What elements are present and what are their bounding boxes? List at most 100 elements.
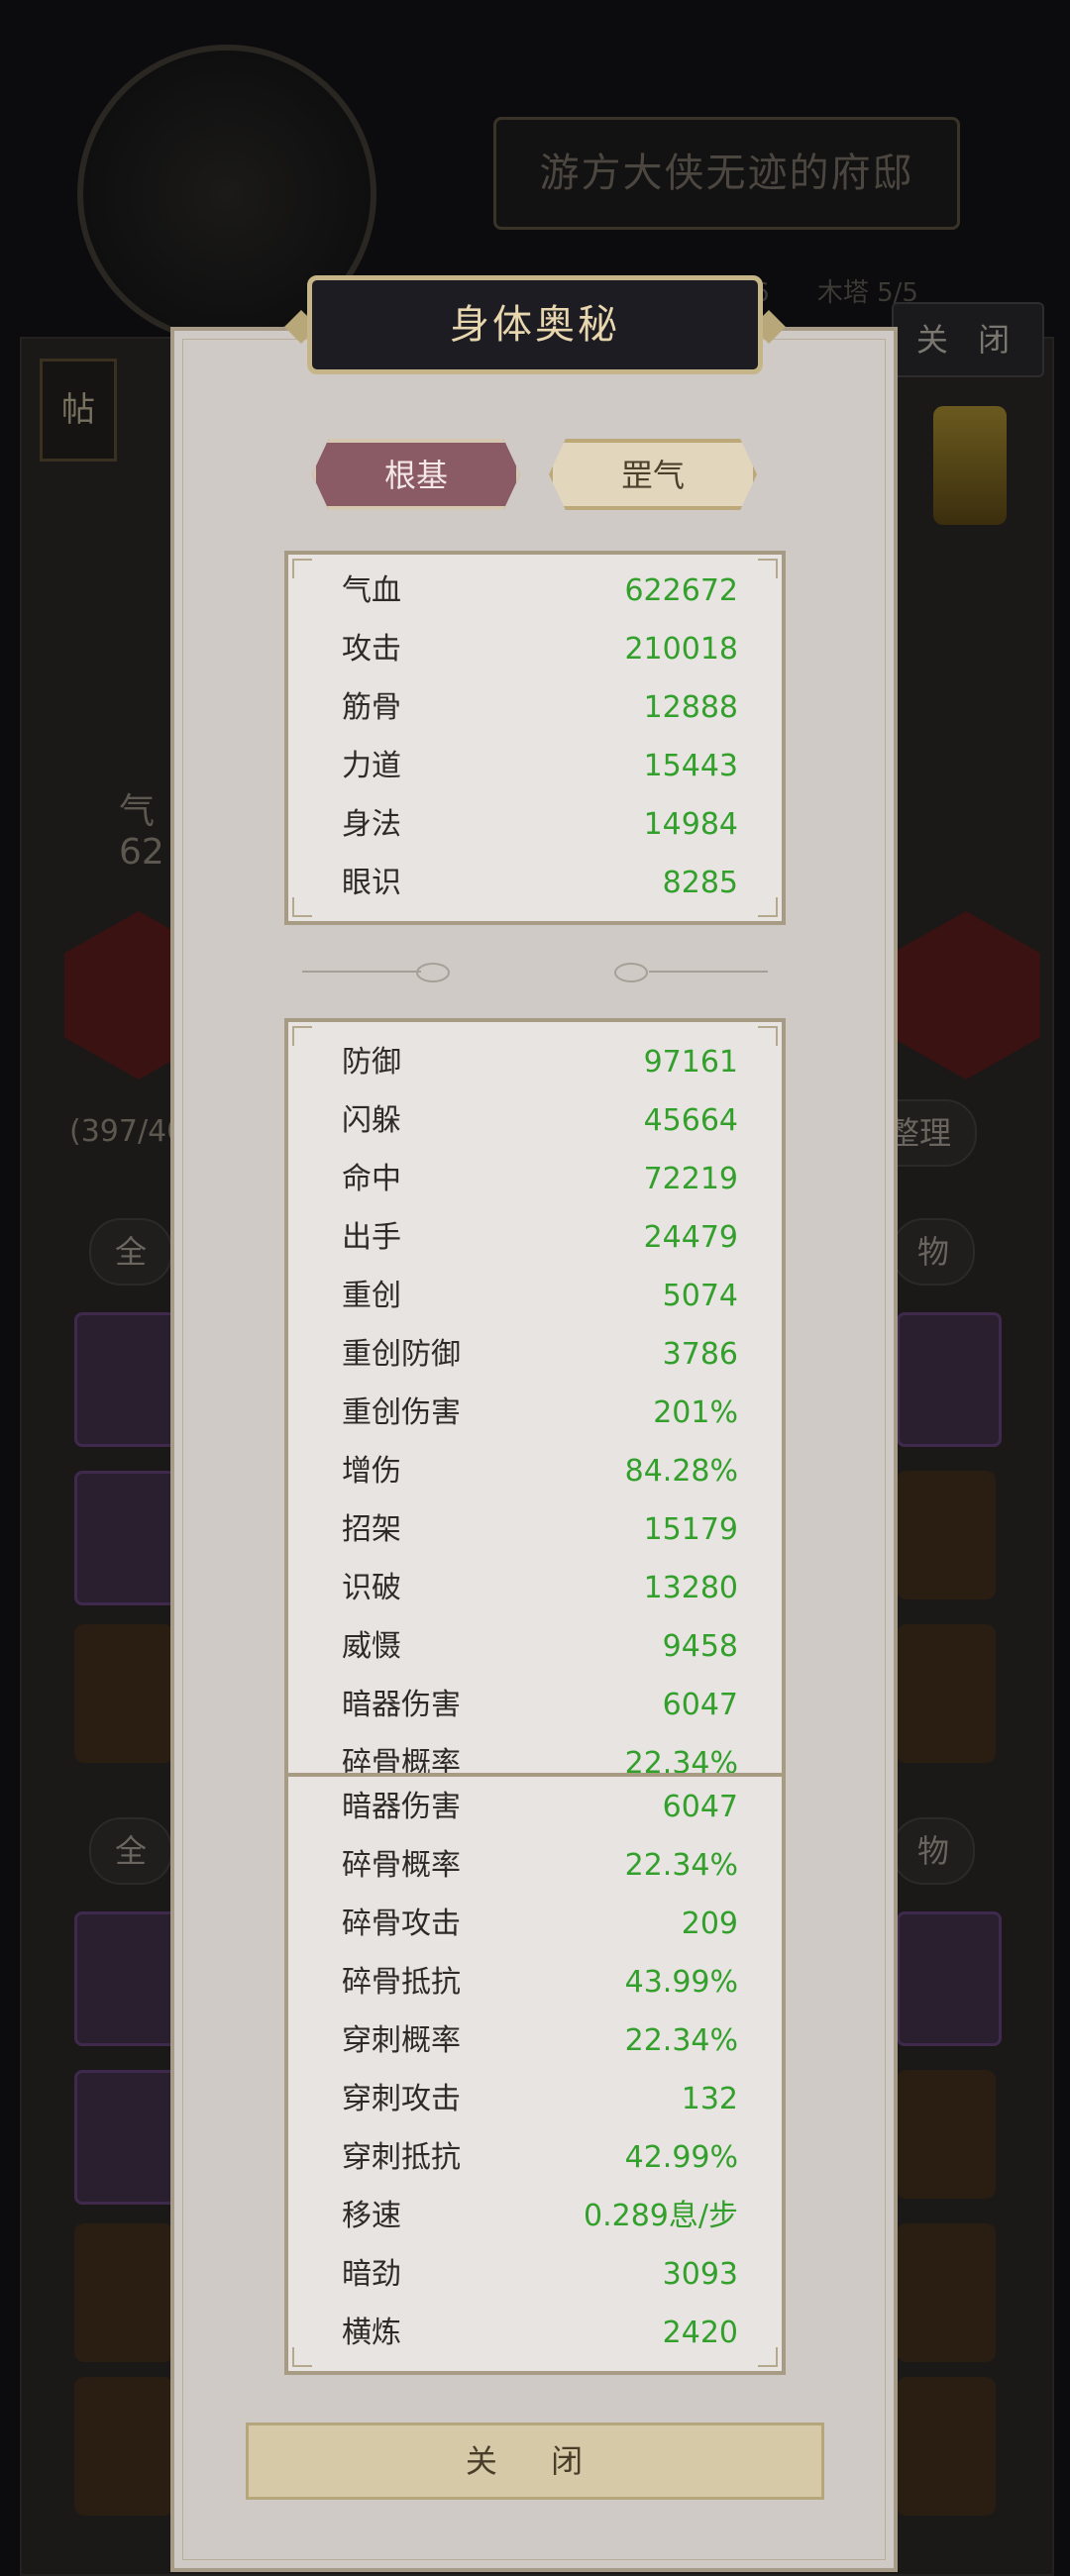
basic-stats-panel: 气血 622672 攻击 210018 筋骨 12888 力道 15443 身法 1498… (284, 551, 786, 925)
stat-row: 碎骨概率 22.34% (342, 1841, 738, 1891)
filter-all-button[interactable]: 全 (89, 1218, 173, 1286)
dialog-title: 身体奥秘 (450, 302, 620, 348)
ornament-icon[interactable] (933, 406, 1007, 525)
filter-all-button-2[interactable]: 全 (89, 1817, 173, 1885)
filter-item-button-2[interactable]: 物 (892, 1817, 976, 1885)
stat-label: 碎骨概率 (342, 1746, 461, 1777)
dialog-title-bar: 身体奥秘 (307, 275, 763, 374)
inventory-empty-slot[interactable] (897, 2223, 996, 2362)
left-stat-label: 气 (119, 791, 156, 832)
stat-row: 暗器伤害 6047 (342, 1783, 738, 1832)
stat-label: 防御 (342, 1045, 401, 1080)
stat-label: 识破 (342, 1571, 401, 1605)
stat-row: 威慑 9458 (342, 1622, 738, 1672)
inventory-scroll-item[interactable] (897, 1911, 1002, 2046)
stat-value: 9458 (662, 1629, 738, 1664)
inventory-empty-slot[interactable] (897, 1471, 996, 1599)
dialog-close-button[interactable]: 关 闭 (246, 2422, 824, 2500)
stat-label: 重创防御 (342, 1337, 461, 1372)
stat-label: 横炼 (342, 2316, 401, 2350)
stat-value: 201% (653, 1395, 738, 1430)
stat-label: 眼识 (342, 866, 401, 900)
stat-value: 72219 (643, 1162, 738, 1196)
stat-label: 身法 (342, 807, 401, 842)
stat-row: 碎骨抵抗 43.99% (342, 1958, 738, 2008)
stat-value: 3786 (662, 1337, 738, 1372)
stat-value: 15179 (643, 1512, 738, 1547)
stat-row: 眼识 8285 (342, 859, 738, 908)
stat-row: 力道 15443 (342, 742, 738, 791)
inventory-empty-slot[interactable] (897, 1624, 996, 1763)
stat-label: 威慑 (342, 1629, 401, 1664)
stat-label: 招架 (342, 1512, 401, 1547)
inventory-empty-slot[interactable] (897, 2377, 996, 2516)
inventory-scroll-item[interactable] (897, 1312, 1002, 1447)
corner-ornament-icon (758, 897, 778, 917)
stat-row: 重创 5074 (342, 1272, 738, 1321)
stat-row: 碎骨攻击 209 (342, 1900, 738, 1949)
corner-ornament-icon (758, 1026, 778, 1046)
stat-row: 命中 72219 (342, 1155, 738, 1204)
stat-row: 气血 622672 (342, 567, 738, 616)
stat-row: 重创防御 3786 (342, 1330, 738, 1380)
inventory-scroll-item[interactable] (74, 2070, 179, 2205)
tab-foundation[interactable]: 根基 (312, 439, 520, 510)
inventory-scroll-item[interactable] (74, 1312, 179, 1447)
corner-ornament-icon (292, 559, 312, 578)
inventory-empty-slot[interactable] (74, 2377, 173, 2516)
inventory-scroll-item[interactable] (74, 1911, 179, 2046)
stat-value: 22.34% (624, 1746, 738, 1777)
inventory-count: (397/40 (69, 1114, 186, 1149)
stat-label: 碎骨概率 (342, 1848, 461, 1883)
tab-qi-aura[interactable]: 罡气 (549, 439, 757, 510)
stat-value: 209 (681, 1906, 738, 1941)
stat-row: 穿刺概率 22.34% (342, 2016, 738, 2066)
corner-ornament-icon (292, 897, 312, 917)
stat-row: 增伤 84.28% (342, 1447, 738, 1496)
corner-ornament-icon (292, 1026, 312, 1046)
stat-row: 闪躲 45664 (342, 1096, 738, 1146)
stat-value: 6047 (662, 1688, 738, 1722)
stat-row: 穿刺攻击 132 (342, 2075, 738, 2124)
stat-value: 5074 (662, 1279, 738, 1313)
stat-value: 22.34% (624, 1848, 738, 1883)
stat-row: 识破 13280 (342, 1564, 738, 1613)
stat-label: 穿刺攻击 (342, 2082, 461, 2116)
stat-value: 42.99% (624, 2140, 738, 2175)
stat-row: 防御 97161 (342, 1038, 738, 1087)
divider-line-left (302, 971, 421, 973)
stat-value: 84.28% (624, 1454, 738, 1489)
corner-ornament-icon (758, 559, 778, 578)
stat-row: 筋骨 12888 (342, 683, 738, 733)
stat-row: 攻击 210018 (342, 625, 738, 674)
stat-value: 0.289息/步 (584, 2199, 738, 2233)
stat-row: 重创伤害 201% (342, 1389, 738, 1438)
corner-ornament-icon (758, 2347, 778, 2367)
inventory-empty-slot[interactable] (897, 2070, 996, 2199)
inventory-empty-slot[interactable] (74, 2223, 173, 2362)
combat-stats-scroll-panel[interactable]: 防御 97161 闪躲 45664 命中 72219 出手 24479 重创 5074 重… (284, 1018, 786, 1777)
stat-value: 12888 (643, 690, 738, 725)
filter-item-button[interactable]: 物 (892, 1218, 976, 1286)
stat-row: 穿刺抵抗 42.99% (342, 2133, 738, 2183)
stat-label: 力道 (342, 749, 401, 783)
extra-stats-panel: 暗器伤害 6047 碎骨概率 22.34% 碎骨攻击 209 碎骨抵抗 43.99% 穿… (284, 1773, 786, 2375)
left-stat-value: 62 (119, 832, 164, 873)
stat-value: 622672 (624, 573, 738, 608)
stat-value: 24479 (643, 1220, 738, 1255)
inventory-scroll-item[interactable] (74, 1471, 179, 1605)
stat-row: 招架 15179 (342, 1505, 738, 1555)
inventory-empty-slot[interactable] (74, 1624, 173, 1763)
background-close-button[interactable]: 关 闭 (892, 302, 1044, 377)
stat-label: 增伤 (342, 1454, 401, 1489)
stat-label: 穿刺概率 (342, 2023, 461, 2058)
invitation-tag-button[interactable]: 帖 (40, 359, 117, 462)
divider-line-right (649, 971, 768, 973)
stat-value: 132 (681, 2082, 738, 2116)
stat-value: 45664 (643, 1103, 738, 1138)
stat-value: 43.99% (624, 1965, 738, 2000)
stat-label: 碎骨攻击 (342, 1906, 461, 1941)
stat-label: 移速 (342, 2199, 401, 2233)
stat-row: 暗器伤害 6047 (342, 1681, 738, 1730)
divider-ornament-icon (614, 963, 648, 982)
